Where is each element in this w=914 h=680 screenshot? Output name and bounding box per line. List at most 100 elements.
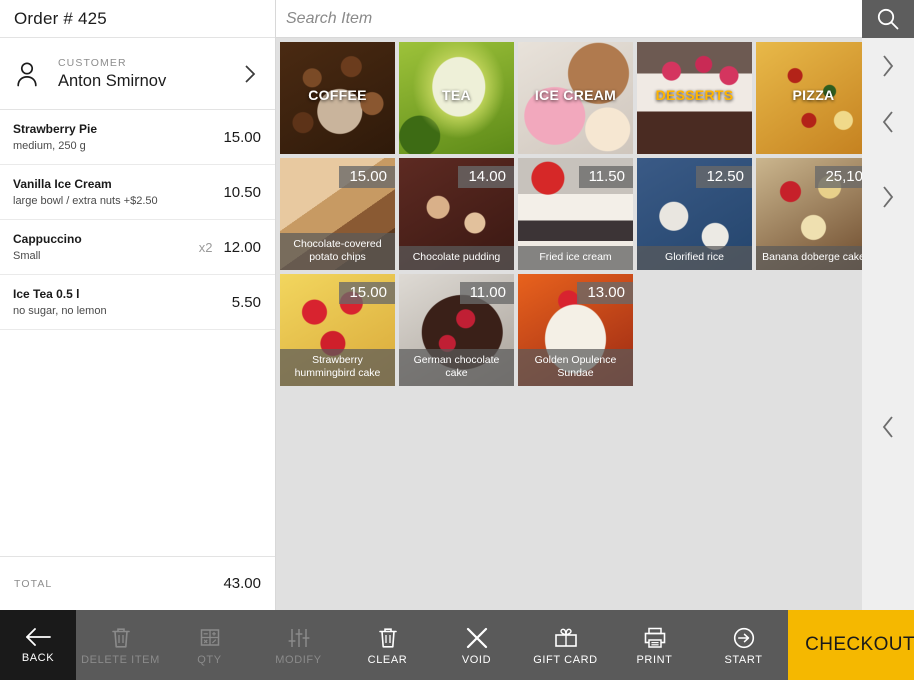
void-button[interactable]: VOID bbox=[432, 610, 521, 680]
category-label: DESSERTS bbox=[655, 87, 734, 103]
product-price: 15.00 bbox=[339, 282, 395, 305]
product-tile[interactable]: 14.00 Chocolate pudding bbox=[399, 158, 514, 270]
category-tile[interactable]: DESSERTS bbox=[637, 42, 752, 154]
category-tile[interactable]: ICE CREAM bbox=[518, 42, 633, 154]
order-item[interactable]: Ice Tea 0.5 l no sugar, no lemon 5.50 bbox=[0, 275, 275, 330]
search-bar bbox=[276, 0, 862, 38]
order-item-name: Strawberry Pie bbox=[13, 121, 98, 136]
order-items-list: Strawberry Pie medium, 250 g 15.00 Vanilla … bbox=[0, 110, 275, 556]
start-label: START bbox=[724, 653, 763, 666]
clear-label: CLEAR bbox=[367, 653, 408, 666]
category-tile[interactable]: COFFEE bbox=[280, 42, 395, 154]
checkout-button[interactable]: CHECKOUT bbox=[788, 610, 914, 680]
order-item-price: 15.00 bbox=[223, 128, 261, 146]
product-name: Chocolate-covered potato chips bbox=[280, 232, 395, 270]
chevron-right-icon[interactable] bbox=[237, 63, 263, 85]
rail-spacer-bottom bbox=[862, 482, 914, 610]
search-button[interactable] bbox=[862, 0, 914, 38]
category-tile[interactable]: TEA bbox=[399, 42, 514, 154]
bottom-toolbar: BACK DELETE ITEM QTY MODIFY CLEAR VOID G… bbox=[0, 610, 914, 680]
qty-label: QTY bbox=[197, 653, 222, 666]
products-next-button[interactable] bbox=[862, 150, 914, 244]
order-item[interactable]: Vanilla Ice Cream large bowl / extra nuts… bbox=[0, 165, 275, 220]
order-item-desc: Small bbox=[13, 249, 41, 262]
category-label: PIZZA bbox=[792, 87, 835, 103]
product-name: Chocolate pudding bbox=[399, 245, 514, 270]
void-label: VOID bbox=[461, 653, 492, 666]
search-input[interactable] bbox=[286, 9, 862, 28]
tile-area: COFFEE TEA ICE CREAM DESSERTS PIZZA 15.00 Cho… bbox=[276, 38, 862, 610]
main-region: Order # 425 CUSTOMER Anton Smirnov Straw… bbox=[0, 0, 914, 610]
category-row: COFFEE TEA ICE CREAM DESSERTS PIZZA bbox=[280, 42, 862, 158]
delete-item-button[interactable]: DELETE ITEM bbox=[76, 610, 165, 680]
print-label: PRINT bbox=[636, 653, 673, 666]
category-label: ICE CREAM bbox=[534, 87, 617, 103]
product-price: 14.00 bbox=[458, 166, 514, 189]
product-tile[interactable]: 13.00 Golden Opulence Sundae bbox=[518, 274, 633, 386]
category-tile[interactable]: PIZZA bbox=[756, 42, 862, 154]
product-tile[interactable]: 15.00 Strawberry hummingbird cake bbox=[280, 274, 395, 386]
product-price: 13.00 bbox=[577, 282, 633, 305]
product-price: 25,10 bbox=[815, 166, 862, 189]
product-name: Glorified rice bbox=[637, 245, 752, 270]
gift-card-label: GIFT CARD bbox=[533, 653, 598, 666]
order-title: Order # 425 bbox=[14, 8, 107, 28]
order-item-text: Vanilla Ice Cream large bowl / extra nuts… bbox=[13, 176, 212, 208]
order-item-name: Vanilla Ice Cream bbox=[13, 176, 112, 191]
order-item-name: Ice Tea 0.5 l bbox=[13, 286, 80, 301]
category-label: TEA bbox=[442, 87, 471, 103]
product-row-2: 15.00 Strawberry hummingbird cake 11.00 Ger… bbox=[280, 274, 862, 390]
checkout-label: CHECKOUT bbox=[805, 634, 914, 655]
order-item-desc: medium, 250 g bbox=[13, 139, 86, 152]
qty-button[interactable]: QTY bbox=[165, 610, 254, 680]
order-item[interactable]: Strawberry Pie medium, 250 g 15.00 bbox=[0, 110, 275, 165]
product-row-1: 15.00 Chocolate-covered potato chips 14.00… bbox=[280, 158, 862, 274]
product-name: Fried ice cream bbox=[518, 245, 633, 270]
customer-row[interactable]: CUSTOMER Anton Smirnov bbox=[0, 38, 275, 110]
pos-application: Order # 425 CUSTOMER Anton Smirnov Straw… bbox=[0, 0, 914, 680]
gift-card-button[interactable]: GIFT CARD bbox=[521, 610, 610, 680]
print-button[interactable]: PRINT bbox=[610, 610, 699, 680]
order-item-text: Ice Tea 0.5 l no sugar, no lemon bbox=[13, 286, 221, 318]
back-button[interactable]: BACK bbox=[0, 610, 76, 680]
order-item-name: Cappuccino bbox=[13, 231, 82, 246]
delete-item-label: DELETE ITEM bbox=[81, 653, 160, 666]
categories-next-button[interactable] bbox=[862, 38, 914, 94]
order-item-price: 10.50 bbox=[223, 183, 261, 201]
person-icon bbox=[10, 61, 44, 87]
order-item-text: Cappuccino Small bbox=[13, 231, 199, 263]
product-tile[interactable]: 11.00 German chocolate cake bbox=[399, 274, 514, 386]
categories-prev-button[interactable] bbox=[862, 94, 914, 150]
modify-label: MODIFY bbox=[275, 653, 322, 666]
product-price: 11.00 bbox=[459, 282, 514, 305]
content-area: COFFEETEAICE CREAMDESSERTSPIZZA 15.00Cho… bbox=[276, 0, 862, 610]
product-tile[interactable]: 12.50 Glorified rice bbox=[637, 158, 752, 270]
product-tile[interactable]: 15.00 Chocolate-covered potato chips bbox=[280, 158, 395, 270]
product-tile[interactable]: 11.50 Fried ice cream bbox=[518, 158, 633, 270]
clear-button[interactable]: CLEAR bbox=[343, 610, 432, 680]
order-item-desc: large bowl / extra nuts +$2.50 bbox=[13, 194, 158, 207]
products-prev-button[interactable] bbox=[862, 372, 914, 482]
order-item-text: Strawberry Pie medium, 250 g bbox=[13, 121, 212, 153]
back-label: BACK bbox=[21, 652, 55, 664]
order-item-price: 5.50 bbox=[231, 293, 261, 311]
total-value: 43.00 bbox=[223, 575, 261, 592]
total-label: TOTAL bbox=[14, 577, 53, 590]
product-price: 12.50 bbox=[696, 166, 752, 189]
modify-button[interactable]: MODIFY bbox=[254, 610, 343, 680]
order-item-price: 12.00 bbox=[223, 238, 261, 256]
product-price: 11.50 bbox=[578, 166, 633, 189]
start-button[interactable]: START bbox=[699, 610, 788, 680]
order-header: Order # 425 bbox=[0, 0, 275, 38]
customer-name: Anton Smirnov bbox=[58, 71, 167, 90]
rail-spacer bbox=[862, 244, 914, 372]
product-name: Golden Opulence Sundae bbox=[518, 348, 633, 386]
product-tile[interactable]: 25,10 Banana doberge cake bbox=[756, 158, 862, 270]
product-name: Banana doberge cake bbox=[756, 245, 862, 270]
customer-label: CUSTOMER bbox=[58, 56, 127, 69]
product-name: German chocolate cake bbox=[399, 348, 514, 386]
order-item[interactable]: Cappuccino Small x2 12.00 bbox=[0, 220, 275, 275]
order-total-row: TOTAL 43.00 bbox=[0, 556, 275, 610]
product-price: 15.00 bbox=[339, 166, 395, 189]
order-item-qty: x2 bbox=[198, 239, 213, 255]
